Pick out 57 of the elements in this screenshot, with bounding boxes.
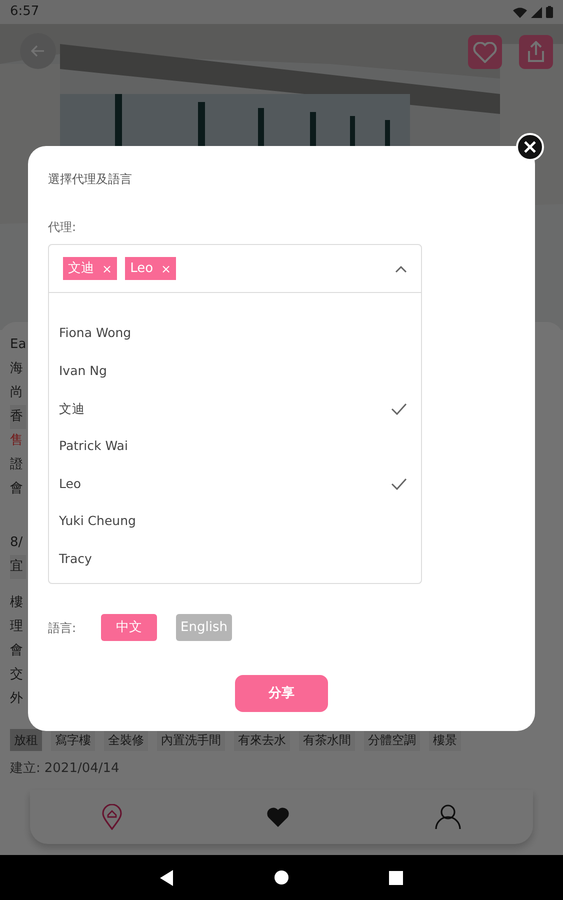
info-text: Ea bbox=[10, 336, 26, 354]
feature-tag: 全裝修 bbox=[104, 729, 148, 751]
wifi-icon bbox=[513, 6, 527, 18]
info-text: 會 bbox=[10, 480, 24, 498]
info-text: 理 bbox=[10, 618, 24, 636]
agent-option[interactable]: 文迪 bbox=[49, 390, 421, 428]
language-option[interactable]: English bbox=[176, 614, 232, 641]
back-icon[interactable] bbox=[160, 870, 174, 886]
agent-option[interactable]: Leo bbox=[49, 465, 421, 503]
language-option[interactable]: 中文 bbox=[101, 614, 157, 641]
home-icon[interactable] bbox=[274, 870, 289, 885]
heart-icon bbox=[473, 42, 497, 62]
agent-option[interactable]: Tracy bbox=[49, 540, 421, 578]
agent-option[interactable]: Ivan Ng bbox=[49, 352, 421, 390]
info-text: 8/ bbox=[10, 534, 24, 552]
feature-tag: 分體空調 bbox=[364, 729, 420, 751]
info-text: 樓 bbox=[10, 594, 24, 612]
agent-option[interactable]: Patrick Wai bbox=[49, 428, 421, 466]
feature-tag: 有茶水間 bbox=[299, 729, 355, 751]
recents-icon[interactable] bbox=[389, 870, 403, 884]
agent-label: 代理: bbox=[48, 219, 78, 236]
feature-tag: 寫字樓 bbox=[51, 729, 95, 751]
created-label: 建立: bbox=[10, 760, 40, 778]
agent-select-field[interactable]: 文迪 × Leo × bbox=[48, 244, 422, 293]
remove-icon[interactable]: × bbox=[102, 260, 112, 278]
feature-tag: 有來去水 bbox=[234, 729, 290, 751]
share-icon bbox=[526, 41, 546, 63]
back-arrow-icon bbox=[31, 45, 45, 57]
agent-chip[interactable]: Leo × bbox=[125, 256, 176, 280]
agent-option[interactable]: Fiona Wong bbox=[49, 315, 421, 353]
agent-option[interactable]: Yuki Cheung bbox=[49, 502, 421, 541]
person-icon[interactable] bbox=[434, 804, 461, 830]
tag-label: 香 bbox=[10, 405, 26, 429]
info-text: 尚 bbox=[10, 384, 24, 402]
status-time: 6:57 bbox=[10, 3, 40, 22]
agent-chip[interactable]: 文迪 × bbox=[63, 256, 118, 280]
chevron-up-icon[interactable] bbox=[395, 266, 407, 273]
dialog-title: 選擇代理及語言 bbox=[48, 171, 133, 188]
info-text: 會 bbox=[10, 642, 24, 660]
location-pin-icon[interactable] bbox=[102, 804, 122, 830]
remove-icon[interactable]: × bbox=[161, 260, 172, 278]
close-icon bbox=[524, 141, 536, 153]
battery-icon bbox=[546, 6, 553, 18]
info-text: 售 bbox=[10, 432, 24, 450]
info-text: 海 bbox=[10, 360, 24, 378]
info-text: 證 bbox=[10, 456, 24, 474]
feature-tag: 內置洗手間 bbox=[157, 729, 225, 751]
created-date: 2021/04/14 bbox=[44, 760, 120, 778]
tag-label: 宜 bbox=[10, 555, 26, 579]
signal-icon bbox=[531, 6, 542, 18]
info-text: 交 bbox=[10, 666, 24, 684]
share-button[interactable]: 分享 bbox=[235, 675, 328, 712]
feature-tag: 放租 bbox=[10, 729, 42, 751]
info-text: 外 bbox=[10, 690, 24, 708]
feature-tag: 樓景 bbox=[429, 729, 461, 751]
language-label: 語言: bbox=[48, 620, 78, 636]
heart-icon[interactable] bbox=[266, 806, 290, 828]
